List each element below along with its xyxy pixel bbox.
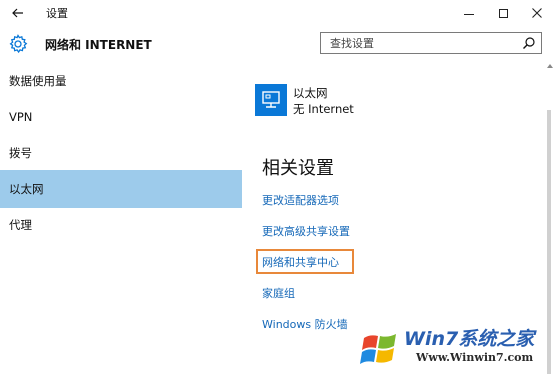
watermark: Win7系统之家 Www.Winwin7.com (358, 322, 553, 372)
watermark-url: Www.Winwin7.com (416, 351, 534, 364)
search-input[interactable] (330, 36, 510, 50)
ethernet-monitor-icon (262, 91, 280, 108)
page-header: 网络和 INTERNET (0, 26, 555, 62)
ethernet-connection-tile[interactable] (255, 84, 287, 116)
connection-name[interactable]: 以太网 (293, 85, 328, 101)
minimize-icon (464, 13, 474, 15)
minimize-button[interactable] (452, 0, 486, 26)
sidebar-item-label: VPN (9, 110, 33, 124)
sidebar-item-label: 数据使用量 (9, 74, 67, 88)
maximize-icon (498, 8, 508, 18)
scroll-up-arrow-icon[interactable] (547, 64, 553, 68)
search-icon[interactable] (522, 36, 536, 50)
related-settings-heading: 相关设置 (262, 158, 334, 179)
sidebar-item-label: 以太网 (9, 182, 44, 196)
settings-window: 设置 网络和 INTERNET 数据使用量 (0, 0, 555, 374)
windows-logo-icon (360, 334, 396, 364)
sidebar-item-ethernet[interactable]: 以太网 (0, 170, 242, 208)
link-change-adapter-options[interactable]: 更改适配器选项 (262, 192, 339, 208)
sidebar-item-proxy[interactable]: 代理 (0, 206, 242, 244)
sidebar: 数据使用量 VPN 拨号 以太网 代理 (0, 62, 242, 374)
sidebar-item-data-usage[interactable]: 数据使用量 (0, 62, 242, 100)
maximize-button[interactable] (486, 0, 520, 26)
watermark-brand: Win7系统之家 (404, 328, 535, 350)
close-button[interactable] (520, 0, 554, 26)
connection-status: 无 Internet (293, 102, 354, 116)
back-button[interactable] (0, 0, 36, 26)
sidebar-item-label: 拨号 (9, 146, 32, 160)
gear-icon (9, 34, 28, 54)
search-box[interactable] (320, 32, 542, 54)
close-icon (532, 8, 542, 18)
sidebar-item-label: 代理 (9, 218, 32, 232)
sidebar-item-dialup[interactable]: 拨号 (0, 134, 242, 172)
link-windows-firewall[interactable]: Windows 防火墙 (262, 316, 348, 332)
link-network-sharing-center[interactable]: 网络和共享中心 (262, 254, 339, 270)
window-title: 设置 (46, 7, 68, 20)
link-advanced-sharing-settings[interactable]: 更改高级共享设置 (262, 223, 350, 239)
title-bar: 设置 (0, 0, 555, 26)
sidebar-item-vpn[interactable]: VPN (0, 98, 242, 136)
link-homegroup[interactable]: 家庭组 (262, 285, 295, 301)
page-title: 网络和 INTERNET (45, 38, 152, 52)
back-arrow-icon (12, 8, 23, 18)
